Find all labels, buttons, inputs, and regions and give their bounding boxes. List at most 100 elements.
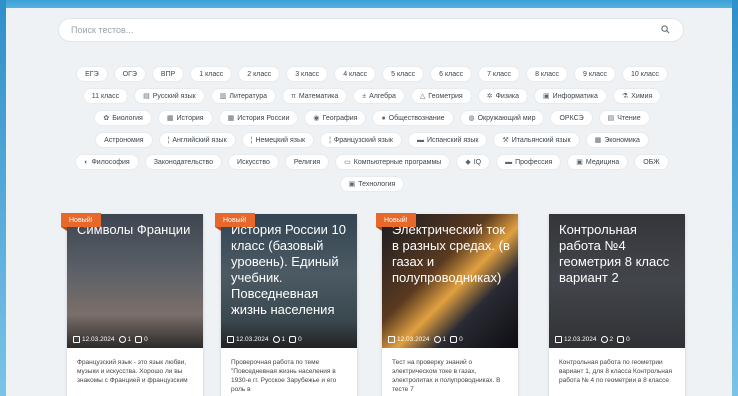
tag-39[interactable]: Искусство bbox=[228, 154, 279, 170]
tag-label: Физика bbox=[495, 92, 520, 100]
card-date: 12.03.2024 bbox=[236, 336, 269, 343]
tag-label: Французский язык bbox=[333, 136, 393, 144]
search-icon[interactable] bbox=[661, 25, 671, 35]
card-users: 1 bbox=[281, 336, 286, 343]
card-users: 1 bbox=[442, 336, 447, 343]
tag-25[interactable]: ◉ География bbox=[304, 110, 367, 126]
tag-30[interactable]: Астрономия bbox=[95, 132, 153, 148]
tag-label: 8 класс bbox=[535, 70, 560, 78]
tag-icon: ± bbox=[362, 92, 367, 100]
tag-8[interactable]: 6 класс bbox=[430, 66, 473, 82]
tag-18[interactable]: △ Геометрия bbox=[410, 88, 472, 104]
tag-0[interactable]: ЕГЭ bbox=[76, 66, 108, 82]
tag-16[interactable]: π Математика bbox=[282, 88, 348, 104]
card-description: Контрольная работа по геометрии вариант … bbox=[559, 359, 672, 384]
tag-33[interactable]: ¦ Французский язык bbox=[320, 132, 402, 148]
card-title[interactable]: Контрольная работа №4 геометрия 8 класс … bbox=[559, 222, 679, 286]
tag-24[interactable]: ▦ История России bbox=[218, 110, 299, 126]
tag-28[interactable]: ОРКСЭ bbox=[550, 110, 593, 126]
tag-19[interactable]: ✲ Физика bbox=[477, 88, 529, 104]
tag-label: 1 класс bbox=[199, 70, 224, 78]
test-card[interactable]: Новый! История России 10 класс (базовый у… bbox=[215, 213, 357, 396]
tag-label: Биология bbox=[112, 114, 143, 122]
new-badge: Новый! bbox=[215, 213, 255, 231]
tag-38[interactable]: Законодательство bbox=[144, 154, 223, 170]
tag-22[interactable]: ✿ Биология bbox=[94, 110, 152, 126]
users-icon bbox=[433, 336, 441, 343]
tag-label: Итальянский язык bbox=[511, 136, 571, 144]
tag-label: Искусство bbox=[237, 158, 270, 166]
test-card[interactable]: Новый! Электрический ток в разных средах.… bbox=[376, 213, 518, 396]
tag-5[interactable]: 3 класс bbox=[286, 66, 329, 82]
tag-23[interactable]: ▦ История bbox=[157, 110, 213, 126]
tag-label: ОБЖ bbox=[643, 158, 660, 166]
tag-32[interactable]: ¦ Немецкий язык bbox=[241, 132, 315, 148]
category-tags: ЕГЭ ОГЭ ВПР 1 класс 2 класс 3 класс 4 класс 5 к… bbox=[72, 66, 672, 192]
tag-icon: ¦ bbox=[329, 136, 331, 144]
tag-4[interactable]: 2 класс bbox=[238, 66, 281, 82]
search-bar[interactable] bbox=[58, 18, 684, 42]
tag-icon: ◉ bbox=[313, 115, 320, 122]
tag-20[interactable]: ▣ Информатика bbox=[534, 88, 607, 104]
tag-43[interactable]: ▬ Профессия bbox=[496, 154, 562, 170]
tag-3[interactable]: 1 класс bbox=[190, 66, 233, 82]
tag-12[interactable]: 10 класс bbox=[622, 66, 668, 82]
tag-29[interactable]: ▤ Чтение bbox=[598, 110, 650, 126]
test-card[interactable]: Контрольная работа №4 геометрия 8 класс … bbox=[549, 214, 685, 396]
comments-icon bbox=[135, 336, 143, 343]
tag-34[interactable]: ▬ Испанский язык bbox=[407, 132, 488, 148]
new-badge: Новый! bbox=[61, 213, 101, 231]
card-description: Французский язык - это язык любви, музык… bbox=[77, 359, 188, 384]
tag-44[interactable]: ▣ Медицина bbox=[567, 154, 629, 170]
tag-31[interactable]: ¦ Английский язык bbox=[158, 132, 236, 148]
tag-1[interactable]: ОГЭ bbox=[113, 66, 146, 82]
tag-label: 7 класс bbox=[487, 70, 512, 78]
tag-label: Астрономия bbox=[104, 136, 144, 144]
tag-label: Алгебра bbox=[369, 92, 396, 100]
tag-40[interactable]: Религия bbox=[284, 154, 330, 170]
card-date: 12.03.2024 bbox=[397, 336, 430, 343]
tag-10[interactable]: 8 класс bbox=[526, 66, 569, 82]
tag-14[interactable]: ▤ Русский язык bbox=[134, 88, 205, 104]
tag-label: Химия bbox=[631, 92, 653, 100]
tag-17[interactable]: ± Алгебра bbox=[353, 88, 405, 104]
tag-icon: ▣ bbox=[348, 181, 356, 188]
tag-42[interactable]: ◆ IQ bbox=[456, 154, 491, 170]
test-card[interactable]: Новый! Символы Франции 12.03.2024 1 0 Француз… bbox=[61, 213, 203, 396]
tag-41[interactable]: ▭ Компьютерные программы bbox=[335, 154, 451, 170]
tag-label: Немецкий язык bbox=[255, 136, 306, 144]
card-comments: 0 bbox=[144, 336, 148, 343]
card-description: Тест на проверку знаний о электрическом … bbox=[392, 359, 501, 393]
tag-13[interactable]: 11 класс bbox=[82, 88, 129, 104]
tag-label: IQ bbox=[473, 158, 482, 166]
card-title[interactable]: История России 10 класс (базовый уровень… bbox=[231, 222, 351, 318]
tag-37[interactable]: ◐ Философия bbox=[75, 154, 139, 170]
tag-label: Информатика bbox=[552, 92, 598, 100]
tag-icon: ▭ bbox=[344, 159, 351, 166]
tag-label: Философия bbox=[91, 158, 130, 166]
tag-15[interactable]: ▥ Литература bbox=[210, 88, 276, 104]
calendar-icon bbox=[73, 336, 80, 343]
users-icon bbox=[600, 336, 608, 343]
tag-7[interactable]: 5 класс bbox=[382, 66, 425, 82]
tag-45[interactable]: ОБЖ bbox=[634, 154, 669, 170]
tag-9[interactable]: 7 класс bbox=[478, 66, 521, 82]
card-meta: 12.03.2024 1 0 bbox=[227, 336, 302, 343]
card-meta: 12.03.2024 1 0 bbox=[73, 336, 148, 343]
tag-6[interactable]: 4 класс bbox=[334, 66, 377, 82]
tag-label: Профессия bbox=[515, 158, 553, 166]
card-meta: 12.03.2024 1 0 bbox=[388, 336, 463, 343]
tag-2[interactable]: ВПР bbox=[151, 66, 185, 82]
tag-36[interactable]: ▦ Экономика bbox=[585, 132, 649, 148]
tag-35[interactable]: ⚒ Итальянский язык bbox=[493, 132, 580, 148]
tag-label: 4 класс bbox=[343, 70, 368, 78]
tag-11[interactable]: 9 класс bbox=[574, 66, 616, 82]
tag-label: Медицина bbox=[585, 158, 620, 166]
tag-26[interactable]: ● Обществознание bbox=[372, 110, 454, 126]
tag-21[interactable]: ⚗ Химия bbox=[612, 88, 662, 104]
tag-icon: π bbox=[291, 92, 296, 100]
tag-46[interactable]: ▣ Технология bbox=[339, 176, 405, 192]
card-title[interactable]: Электрический ток в разных средах. (в га… bbox=[392, 222, 512, 286]
search-input[interactable] bbox=[71, 25, 661, 35]
tag-27[interactable]: ◍ Окружающий мир bbox=[459, 110, 545, 126]
